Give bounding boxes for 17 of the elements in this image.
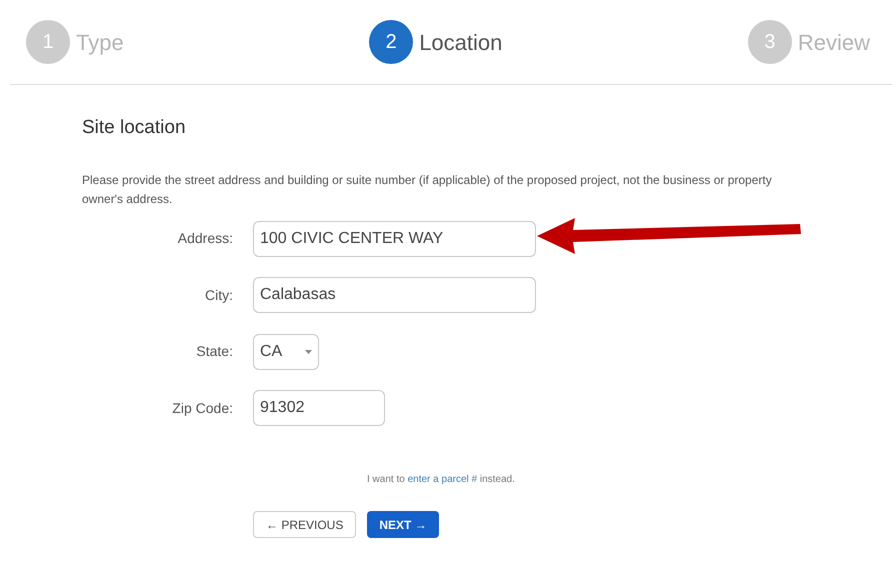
state-select[interactable]: CA xyxy=(253,334,319,370)
input-field[interactable]: 91302 xyxy=(253,390,385,426)
input-field[interactable]: Calabasas xyxy=(253,277,536,313)
field-label: Address: xyxy=(176,229,233,248)
step-label[interactable]: Location xyxy=(419,26,502,58)
step-number: 2 xyxy=(369,20,414,64)
section-title: Site location xyxy=(82,116,187,140)
caret-icon xyxy=(305,350,312,354)
field-label: Zip Code: xyxy=(171,398,233,418)
previous-button[interactable]: ← PREVIOUS xyxy=(253,511,356,538)
description-text: Please provide the street address and building or suite number (if applicable) of the proposed project, not the business or property owner's address. xyxy=(82,172,773,208)
next-button[interactable]: NEXT → xyxy=(367,511,439,538)
field-label: City: xyxy=(204,286,233,305)
field-label: State: xyxy=(195,342,233,361)
parcel-link[interactable]: enter a parcel # xyxy=(408,474,478,485)
input-field[interactable]: 100 CIVIC CENTER WAY xyxy=(253,220,536,256)
parcel-note: I want to enter a parcel # instead. xyxy=(367,473,516,487)
